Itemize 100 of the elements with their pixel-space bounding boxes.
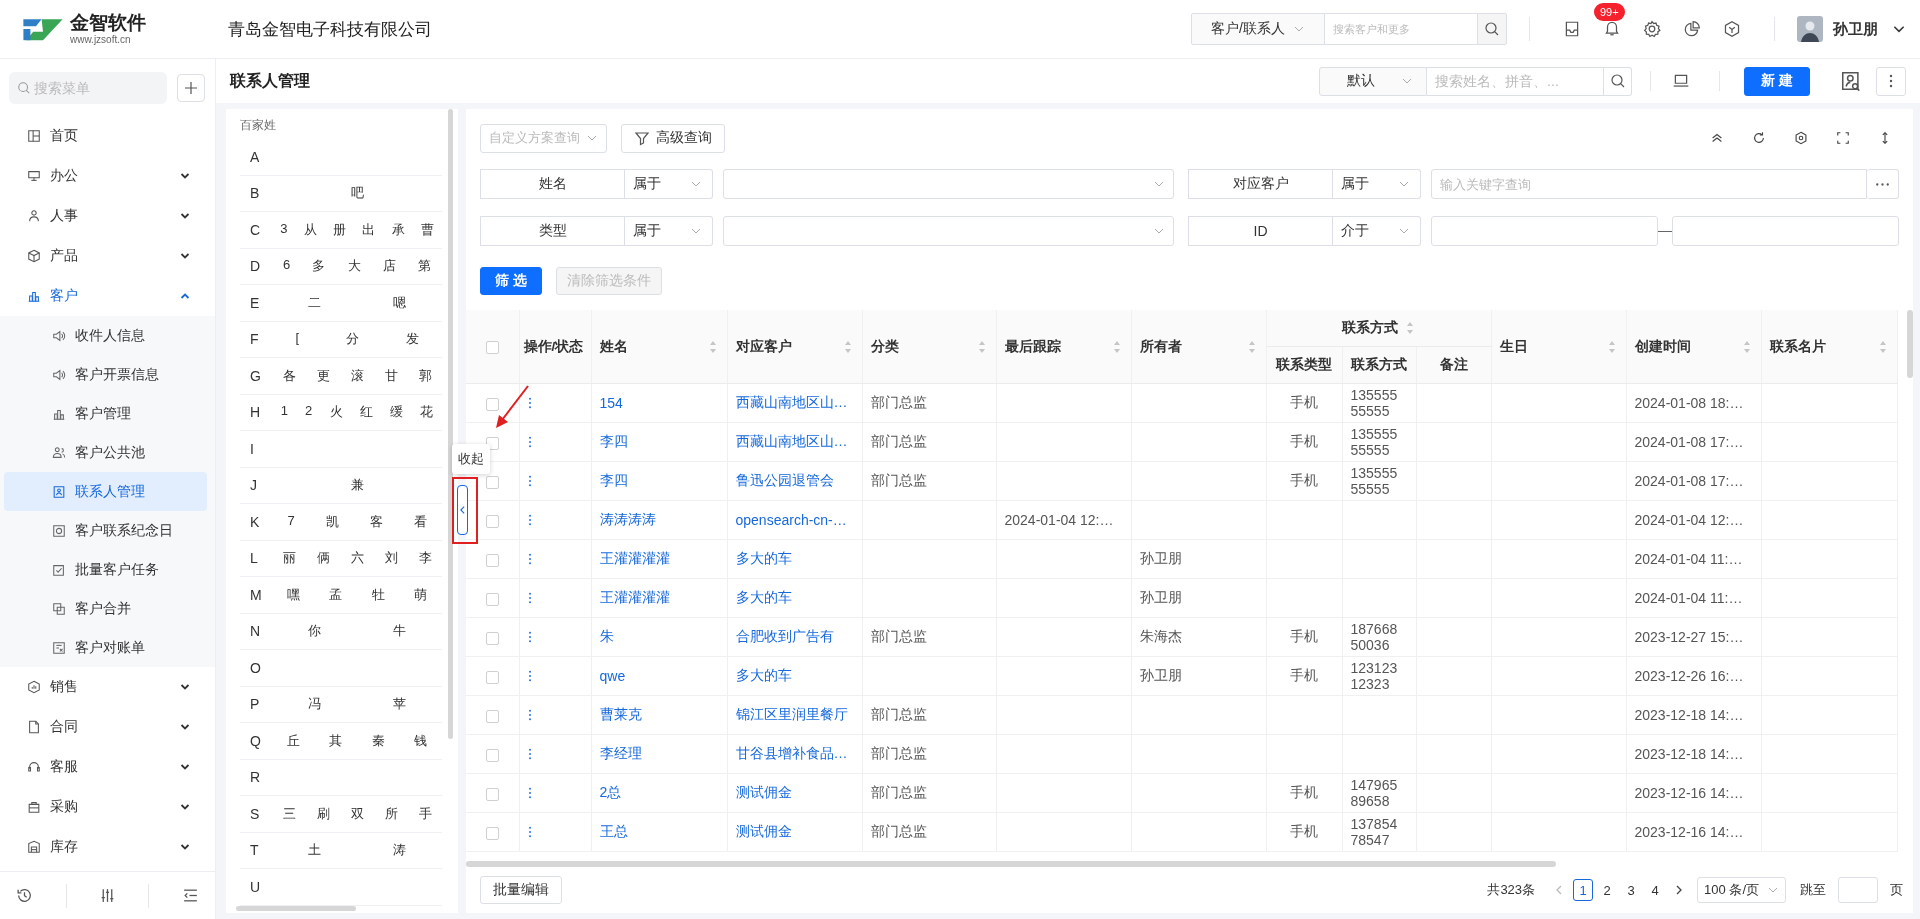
surname-link[interactable]: 看: [413, 512, 427, 531]
view-select[interactable]: 默认: [1319, 66, 1428, 96]
letter-index[interactable]: U: [240, 878, 272, 895]
menu-item[interactable]: 销售: [0, 667, 215, 707]
letter-index[interactable]: Q: [240, 732, 272, 749]
letter-index[interactable]: T: [240, 842, 272, 859]
column-header[interactable]: 联系类型: [1266, 346, 1342, 384]
surname-link[interactable]: 从: [303, 220, 317, 239]
operator-select[interactable]: 介于: [1333, 216, 1421, 246]
surname-link[interactable]: 花: [420, 403, 434, 422]
surname-link[interactable]: 冯: [308, 695, 321, 714]
search-button[interactable]: [1477, 13, 1507, 45]
sort-icon[interactable]: [1878, 339, 1887, 354]
surname-link[interactable]: 第: [417, 257, 431, 276]
letter-index[interactable]: S: [240, 805, 272, 822]
customer-link[interactable]: 西藏山南地区山…: [735, 433, 848, 449]
customer-link[interactable]: 锦江区里润里餐厅: [735, 706, 848, 722]
submenu-item[interactable]: 客户联系纪念日: [4, 511, 207, 550]
customer-link[interactable]: 多大的车: [735, 589, 792, 605]
letter-index[interactable]: F: [240, 331, 272, 348]
page-button[interactable]: 1: [1573, 879, 1594, 901]
submenu-item[interactable]: 客户合并: [4, 589, 207, 628]
sort-icon[interactable]: [1405, 321, 1414, 335]
contact-search-icon[interactable]: [1840, 70, 1862, 92]
surname-link[interactable]: 土: [308, 841, 321, 860]
surname-link[interactable]: 手: [418, 804, 432, 823]
range-end-field[interactable]: [1672, 216, 1899, 246]
customer-link[interactable]: 多大的车: [735, 667, 792, 683]
checkbox[interactable]: [485, 787, 499, 801]
letter-index[interactable]: C: [240, 221, 272, 238]
column-header[interactable]: 分类: [862, 310, 996, 384]
letter-index[interactable]: G: [240, 367, 272, 384]
contact-name-link[interactable]: 王灌灌灌灌: [599, 550, 670, 566]
surname-link[interactable]: 丽: [282, 549, 296, 568]
search-scope-select[interactable]: 客户/联系人: [1191, 13, 1325, 45]
sort-icon[interactable]: [1607, 339, 1616, 354]
more-icon[interactable]: [527, 787, 532, 799]
surname-link[interactable]: 甘: [384, 366, 398, 385]
surname-link[interactable]: 牡: [371, 585, 385, 604]
checkbox[interactable]: [485, 670, 499, 684]
more-icon[interactable]: [527, 592, 532, 604]
surname-link[interactable]: 苹: [393, 695, 406, 714]
settings-icon[interactable]: [1794, 131, 1808, 145]
batch-edit-button[interactable]: 批量编辑: [480, 876, 562, 904]
column-header[interactable]: 联系方式: [1266, 310, 1491, 347]
letter-index[interactable]: R: [240, 769, 272, 786]
surname-link[interactable]: 凯: [325, 512, 339, 531]
checkbox[interactable]: [485, 592, 499, 606]
hexagon-icon[interactable]: [1723, 20, 1741, 38]
column-header[interactable]: 备注: [1416, 346, 1491, 384]
column-header[interactable]: 联系名片: [1761, 310, 1897, 384]
scrollbar[interactable]: [236, 906, 356, 911]
user-name[interactable]: 孙卫朋: [1833, 19, 1878, 39]
surname-link[interactable]: 更: [316, 366, 330, 385]
settings-icon[interactable]: [1643, 20, 1661, 38]
surname-link[interactable]: 缓: [390, 403, 404, 422]
checkbox[interactable]: [485, 514, 499, 528]
surname-link[interactable]: 刷: [316, 804, 330, 823]
letter-index[interactable]: D: [240, 258, 272, 275]
surname-link[interactable]: 六: [350, 549, 364, 568]
keyword-field[interactable]: 输入关键字查询: [1431, 169, 1867, 199]
menu-item[interactable]: 库存: [0, 827, 215, 867]
surname-link[interactable]: 1: [280, 403, 288, 422]
submenu-item[interactable]: 联系人管理: [4, 472, 207, 511]
menu-item[interactable]: 客服: [0, 747, 215, 787]
letter-index[interactable]: L: [240, 550, 272, 567]
customer-link[interactable]: 多大的车: [735, 550, 792, 566]
menu-item[interactable]: 人事: [0, 196, 215, 236]
contact-name-link[interactable]: 涛涛涛涛: [599, 511, 656, 527]
avatar[interactable]: [1797, 16, 1823, 42]
history-icon[interactable]: [16, 887, 34, 904]
surname-link[interactable]: 吧: [350, 184, 364, 203]
inbox-icon[interactable]: [1563, 20, 1581, 38]
surname-link[interactable]: 萌: [414, 585, 428, 604]
surname-link[interactable]: 钱: [414, 731, 428, 750]
more-icon[interactable]: [527, 826, 532, 838]
column-header[interactable]: 姓名: [591, 310, 727, 384]
scrollbar[interactable]: [1907, 310, 1913, 378]
letter-index[interactable]: P: [240, 696, 272, 713]
contact-name-link[interactable]: 李四: [599, 433, 628, 449]
search-button[interactable]: [1604, 66, 1633, 96]
menu-item[interactable]: 采购: [0, 787, 215, 827]
contact-name-link[interactable]: 朱: [599, 628, 614, 644]
scrollbar[interactable]: [448, 109, 453, 739]
letter-index[interactable]: J: [240, 477, 272, 494]
column-header[interactable]: 最后跟踪: [996, 310, 1131, 384]
customer-link[interactable]: opensearch-cn-…: [735, 512, 847, 528]
menu-item[interactable]: 首页: [0, 116, 215, 156]
checkbox[interactable]: [485, 631, 499, 645]
collapse-handle[interactable]: [457, 485, 468, 535]
filter-button[interactable]: 筛 选: [480, 267, 542, 295]
column-header[interactable]: 所有者: [1131, 310, 1266, 384]
surname-link[interactable]: 客: [369, 512, 383, 531]
customer-link[interactable]: 合肥收到广告有: [735, 628, 834, 644]
surname-link[interactable]: 3: [280, 220, 288, 239]
sort-icon[interactable]: [1112, 339, 1121, 354]
surname-link[interactable]: 多: [312, 257, 326, 276]
more-icon[interactable]: [527, 436, 532, 448]
more-icon[interactable]: [527, 553, 532, 565]
more-icon[interactable]: [527, 670, 532, 682]
